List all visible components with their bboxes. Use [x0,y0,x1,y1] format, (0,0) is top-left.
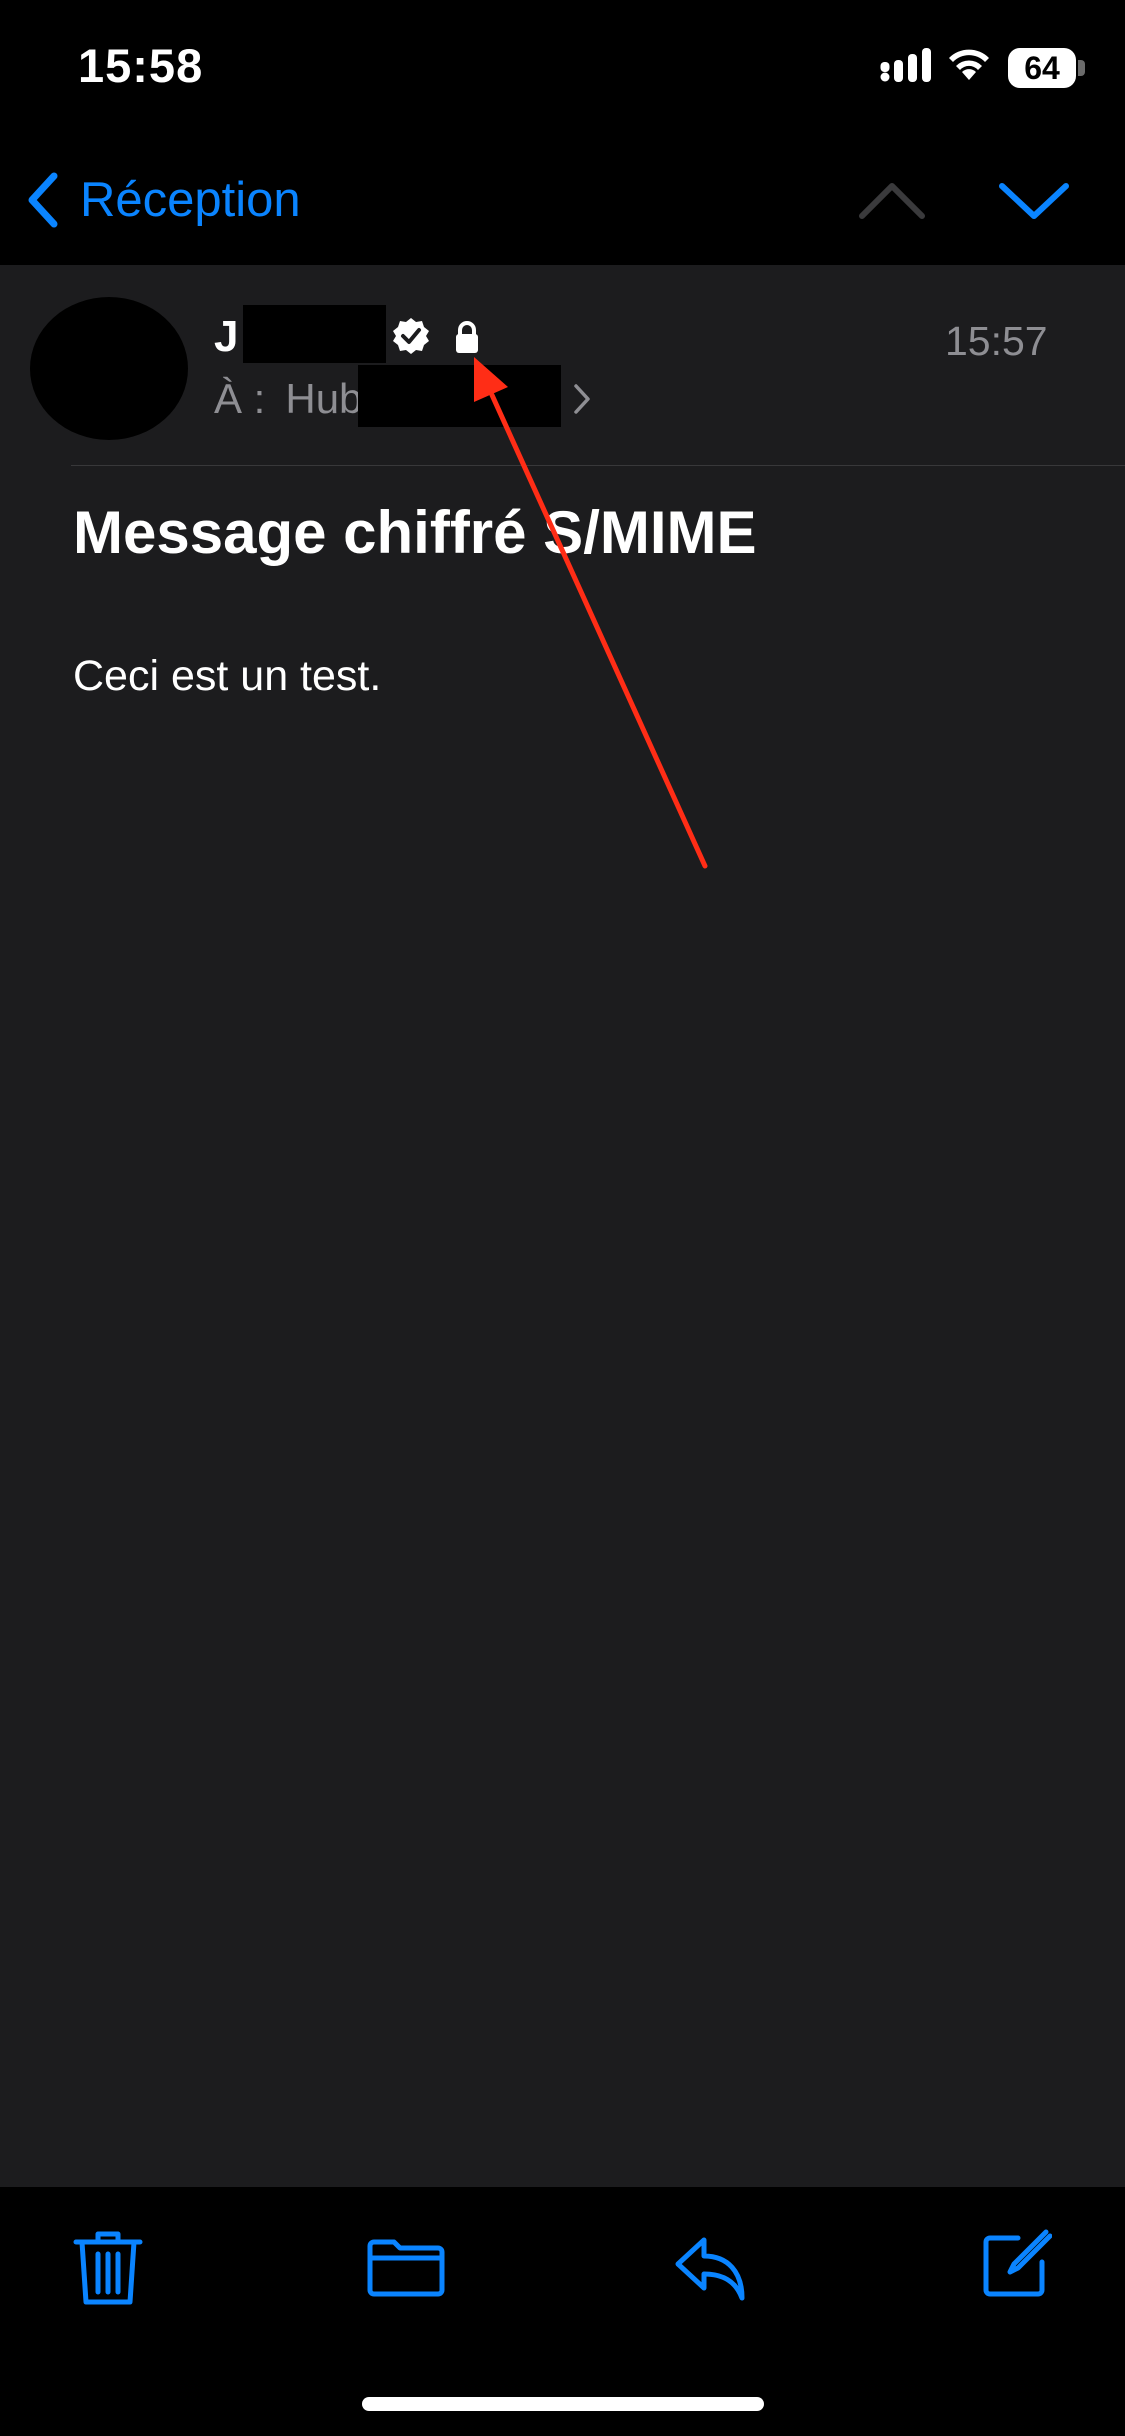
recipient-row[interactable]: À : Hub [214,375,362,423]
previous-message-button[interactable] [852,168,932,238]
battery-cap [1078,60,1085,76]
battery-icon: 64 [1008,48,1076,88]
recipient-name: Hub [285,375,363,422]
lock-icon[interactable] [454,320,480,354]
chevron-right-icon[interactable] [572,383,592,415]
home-indicator[interactable] [362,2397,764,2411]
cellular-signal-icon [880,48,931,82]
wifi-icon [949,49,989,80]
sender-avatar[interactable] [30,297,188,440]
recipient-redaction [358,365,561,427]
reply-icon[interactable] [672,2232,748,2304]
message-body: Ceci est un test. [73,652,382,700]
next-message-button[interactable] [994,168,1074,238]
chevron-left-icon [28,172,58,228]
status-time: 15:58 [78,39,204,92]
compose-icon[interactable] [980,2228,1052,2300]
sender-redaction [243,305,386,363]
folder-icon[interactable] [366,2236,446,2300]
received-time: 15:57 [945,318,1048,364]
trash-icon[interactable] [72,2228,144,2308]
verified-badge-icon [393,318,429,354]
header-divider [71,465,1125,466]
to-label: À : [214,375,266,422]
sender-name[interactable]: J [214,312,238,362]
back-label: Réception [80,173,301,227]
message-subject: Message chiffré S/MIME [73,499,757,566]
back-button[interactable]: Réception [26,165,301,235]
